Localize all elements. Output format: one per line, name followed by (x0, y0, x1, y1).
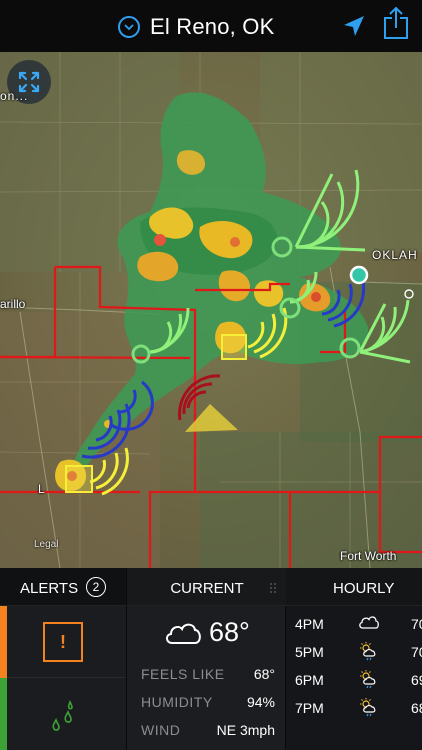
rain-drops-icon (52, 699, 73, 731)
hourly-row[interactable]: 4PM 70 (286, 610, 422, 638)
feels-like-label: FEELS LIKE (141, 666, 225, 682)
map-label-legal[interactable]: Legal (34, 539, 58, 550)
hourly-forecast-panel[interactable]: HOURLY 4PM 70 5PM 70 6PM (286, 568, 422, 750)
feels-like-value: 68° (253, 666, 275, 682)
hourly-row[interactable]: 7PM 68 (286, 694, 422, 722)
alerts-title: ALERTS (20, 580, 79, 597)
wind-label: WIND (141, 722, 181, 738)
alerts-panel: ALERTS 2 ! (0, 568, 126, 750)
current-temperature: 68° (209, 616, 250, 647)
current-temp-row: 68° (163, 614, 250, 650)
radar-map[interactable]: on... OKLAH arillo Fort Worth Legal L (0, 52, 422, 568)
chevron-down-icon[interactable] (118, 16, 140, 38)
location-selector[interactable]: El Reno, OK (118, 12, 274, 42)
map-label-fort-worth: Fort Worth (340, 549, 397, 563)
sun-cloud-rain-icon (360, 698, 376, 717)
alerts-header[interactable]: ALERTS 2 (0, 568, 126, 606)
hourly-time: 6PM (295, 672, 324, 688)
location-arrow-icon[interactable] (342, 14, 366, 38)
current-header: CURRENT (127, 568, 287, 606)
hourly-temp: 69 (411, 672, 422, 688)
hourly-time: 7PM (295, 700, 324, 716)
alert-color-stripe (0, 678, 7, 750)
warning-exclamation-icon: ! (43, 622, 83, 662)
hourly-header: HOURLY (286, 568, 422, 606)
alert-item-warning[interactable]: ! (0, 606, 126, 678)
map-label-oklahoma: OKLAH (372, 248, 418, 262)
wind-value: NE 3mph (216, 722, 275, 738)
humidity-label: HUMIDITY (141, 694, 213, 710)
share-icon[interactable] (383, 6, 409, 40)
map-label-amarillo: arillo (0, 297, 26, 311)
cloud-icon (166, 623, 201, 644)
hourly-row[interactable]: 6PM 69 (286, 666, 422, 694)
hourly-time: 4PM (295, 616, 324, 632)
top-bar: El Reno, OK (0, 0, 422, 52)
humidity-value: 94% (246, 694, 275, 710)
hourly-temp: 70 (411, 644, 422, 660)
hourly-temp: 70 (411, 616, 422, 632)
sun-cloud-rain-icon (360, 670, 376, 689)
radar-map-canvas (0, 52, 422, 568)
alerts-count-badge: 2 (86, 577, 106, 597)
hourly-temp: 68 (411, 700, 422, 716)
hourly-row[interactable]: 5PM 70 (286, 638, 422, 666)
current-conditions-panel[interactable]: CURRENT 68° FEELS LIKE 68° HUMIDITY 94% … (126, 568, 287, 750)
bottom-panels: ALERTS 2 ! CURRENT 68° FEELS LIKE 68° HU… (0, 568, 422, 750)
hourly-time: 5PM (295, 644, 324, 660)
alert-item-rain[interactable] (0, 678, 126, 750)
drag-handle-icon[interactable] (269, 582, 277, 594)
map-label-l: L (38, 482, 45, 496)
sun-cloud-rain-icon (360, 642, 376, 661)
location-title[interactable]: El Reno, OK (150, 14, 274, 40)
alert-color-stripe (0, 606, 7, 678)
cloud-icon (359, 616, 379, 629)
map-label-top-left: on... (0, 89, 29, 103)
